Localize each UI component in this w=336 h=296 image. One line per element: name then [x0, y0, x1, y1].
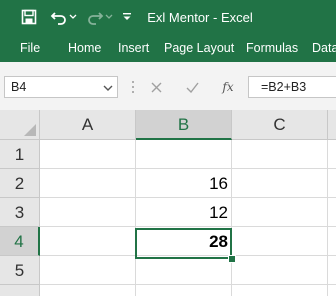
- select-all-button[interactable]: [0, 110, 40, 140]
- cell-d4[interactable]: [328, 227, 336, 256]
- column-header-a[interactable]: A: [40, 110, 136, 140]
- function-label: fx: [222, 80, 234, 94]
- row-header-1[interactable]: 1: [0, 140, 40, 169]
- undo-icon[interactable]: [49, 8, 69, 26]
- cell-c5[interactable]: [232, 256, 328, 285]
- formula-bar-grip-icon[interactable]: [132, 80, 134, 94]
- redo-dropdown-icon[interactable]: [105, 8, 113, 26]
- cell-d3[interactable]: [328, 198, 336, 227]
- tab-home[interactable]: Home: [68, 41, 101, 55]
- cell-c4[interactable]: [232, 227, 328, 256]
- cell-d1[interactable]: [328, 140, 336, 169]
- redo-icon[interactable]: [85, 8, 105, 26]
- enter-icon[interactable]: [182, 78, 202, 96]
- ribbon-tab-bar: File Home Insert Page Layout Formulas Da…: [0, 36, 336, 62]
- cell-b1[interactable]: [136, 140, 232, 169]
- worksheet-grid: A B C 1 2 3 4 5 16 12 28: [0, 110, 336, 296]
- name-box-dropdown-icon[interactable]: [103, 81, 113, 99]
- cancel-icon[interactable]: [146, 78, 166, 96]
- save-icon[interactable]: [20, 8, 38, 26]
- select-all-triangle-icon: [24, 124, 36, 136]
- tab-file[interactable]: File: [20, 41, 40, 55]
- formula-value: =B2+B3: [261, 80, 307, 94]
- cell-a5[interactable]: [40, 256, 136, 285]
- column-header-d[interactable]: [328, 110, 336, 140]
- cell-a1[interactable]: [40, 140, 136, 169]
- row-header-3[interactable]: 3: [0, 198, 40, 227]
- cell-b5[interactable]: [136, 256, 232, 285]
- customize-qat-icon[interactable]: [122, 8, 132, 26]
- cell-d2[interactable]: [328, 169, 336, 198]
- row-header-2[interactable]: 2: [0, 169, 40, 198]
- cell-c2[interactable]: [232, 169, 328, 198]
- tab-formulas[interactable]: Formulas: [246, 41, 298, 55]
- cell-c3[interactable]: [232, 198, 328, 227]
- tab-data[interactable]: Data: [312, 41, 336, 55]
- cell-b6[interactable]: [136, 285, 232, 296]
- cell-b3[interactable]: 12: [136, 198, 232, 227]
- name-box[interactable]: B4: [4, 76, 118, 98]
- cell-b2[interactable]: 16: [136, 169, 232, 198]
- row-header-5[interactable]: 5: [0, 256, 40, 285]
- cell-c6[interactable]: [232, 285, 328, 296]
- row-header-4[interactable]: 4: [0, 227, 40, 256]
- tab-page-layout[interactable]: Page Layout: [164, 41, 234, 55]
- cell-b4[interactable]: 28: [136, 227, 232, 256]
- row-header-6[interactable]: [0, 285, 40, 296]
- insert-function-button[interactable]: fx: [218, 78, 238, 96]
- undo-dropdown-icon[interactable]: [69, 8, 77, 26]
- cell-a4[interactable]: [40, 227, 136, 256]
- name-box-value: B4: [11, 80, 27, 94]
- cell-a6[interactable]: [40, 285, 136, 296]
- formula-input[interactable]: =B2+B3: [248, 76, 336, 98]
- tab-insert[interactable]: Insert: [118, 41, 149, 55]
- formula-bar-area: B4 fx =B2+B3: [0, 62, 336, 111]
- window-title: Exl Mentor - Excel: [147, 10, 253, 25]
- cell-d5[interactable]: [328, 256, 336, 285]
- cell-a3[interactable]: [40, 198, 136, 227]
- title-bar: Exl Mentor - Excel: [0, 0, 336, 36]
- column-header-b[interactable]: B: [136, 110, 232, 140]
- cell-a2[interactable]: [40, 169, 136, 198]
- cell-c1[interactable]: [232, 140, 328, 169]
- cell-d6[interactable]: [328, 285, 336, 296]
- column-header-c[interactable]: C: [232, 110, 328, 140]
- fill-handle[interactable]: [228, 255, 236, 263]
